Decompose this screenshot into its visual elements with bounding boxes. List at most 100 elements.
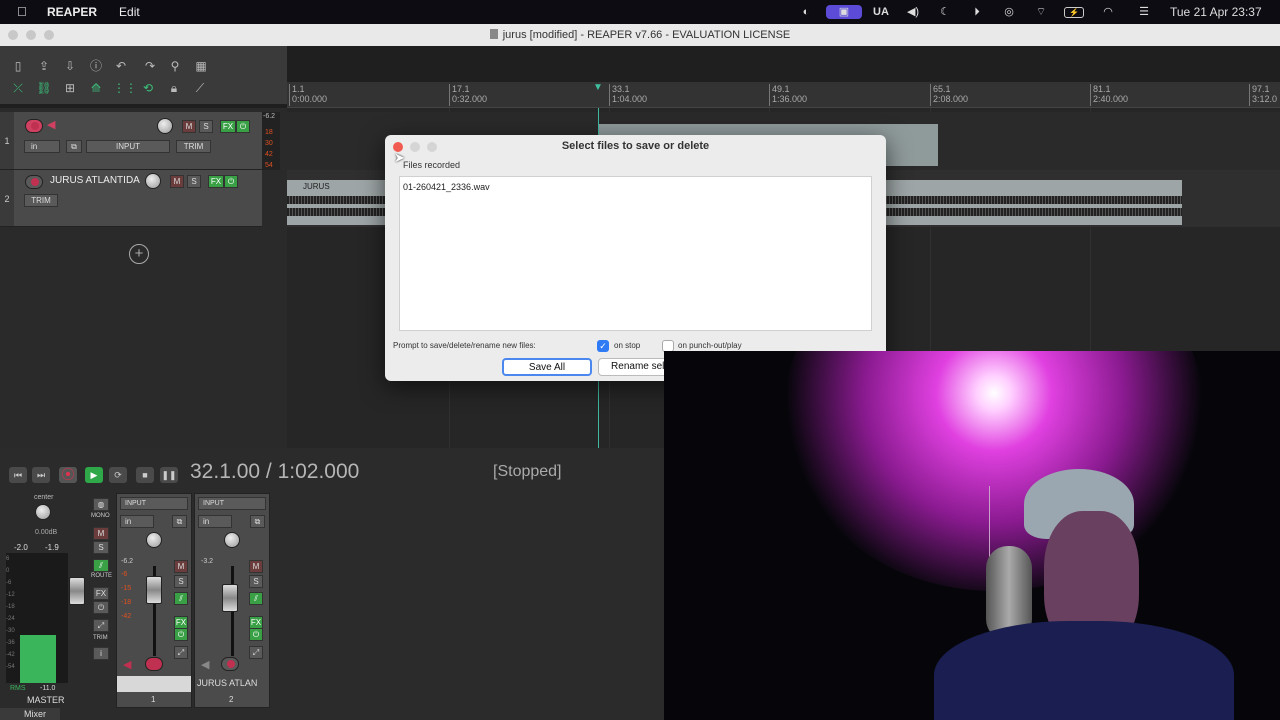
track-2-header[interactable]: 2 JURUS ATLANTIDA M S FX ⏻ TRIM: [0, 170, 262, 227]
snap-grid-icon[interactable]: ⊞: [61, 80, 79, 96]
battery-icon[interactable]: ⚡: [1064, 7, 1084, 18]
control-center-icon[interactable]: ☰: [1134, 5, 1154, 19]
ripple-edit-icon[interactable]: ⟰: [87, 80, 105, 96]
mute-button[interactable]: M: [182, 120, 196, 133]
fx-bypass-icon[interactable]: ⏻: [224, 175, 238, 188]
record-arm-button[interactable]: [25, 119, 43, 133]
route-icon[interactable]: ⫽: [174, 592, 188, 605]
mute-button[interactable]: M: [170, 175, 184, 188]
menu-edit[interactable]: Edit: [119, 5, 140, 19]
control-center-highlight-icon[interactable]: ▣: [826, 5, 862, 19]
input-fx-icon[interactable]: ⧉: [250, 515, 265, 528]
track-1-header[interactable]: 1 ◀︎ M S FX ⏻ in ⧉ INPUT TRIM: [0, 112, 262, 170]
repeat-icon[interactable]: ⟳: [109, 467, 127, 483]
master-solo-button[interactable]: S: [93, 541, 109, 554]
grouping-icon[interactable]: ⋮⋮: [113, 80, 137, 96]
recorded-files-list[interactable]: 01-260421_2336.wav: [399, 176, 872, 331]
master-route-icon[interactable]: ⫽: [93, 559, 109, 572]
play-icon[interactable]: ⏵: [970, 5, 984, 19]
volume-knob[interactable]: [157, 118, 173, 134]
volume-knob[interactable]: [145, 173, 161, 189]
save-project-icon[interactable]: ⇩: [61, 58, 79, 74]
trim-icon[interactable]: ⤢: [249, 646, 263, 659]
route-icon[interactable]: ⫽: [249, 592, 263, 605]
input-select-dropdown[interactable]: INPUT: [120, 497, 188, 510]
focus-moon-icon[interactable]: ☾: [938, 5, 952, 19]
save-all-button[interactable]: Save All: [502, 358, 592, 376]
project-settings-icon[interactable]: ⓘ: [87, 58, 105, 74]
screen-record-icon[interactable]: ◎: [1000, 5, 1018, 19]
list-item[interactable]: 01-260421_2336.wav: [400, 177, 871, 192]
master-fader[interactable]: [69, 577, 85, 605]
go-to-start-icon[interactable]: ⏮: [9, 467, 27, 483]
new-project-icon[interactable]: ▯: [9, 58, 27, 74]
loop-points-icon[interactable]: ⟲: [139, 80, 157, 96]
input-mode-dropdown[interactable]: in: [198, 515, 232, 528]
wifi-icon[interactable]: ◠: [1100, 5, 1116, 19]
master-pan-knob[interactable]: [35, 504, 51, 520]
volume-icon[interactable]: ◀): [904, 5, 922, 19]
solo-button[interactable]: S: [174, 575, 188, 588]
record-arm-button[interactable]: [221, 657, 239, 671]
channel-name[interactable]: JURUS ATLAN: [197, 678, 257, 688]
screen-share-icon[interactable]: ◐: [798, 5, 814, 19]
input-language[interactable]: UA: [872, 5, 890, 19]
track-name[interactable]: JURUS ATLANTIDA: [50, 175, 140, 186]
record-arm-button[interactable]: [25, 175, 43, 189]
mute-button[interactable]: M: [174, 560, 188, 573]
fx-bypass-icon[interactable]: ⏻: [236, 120, 250, 133]
window-zoom-icon[interactable]: [44, 30, 54, 40]
window-minimize-icon[interactable]: [26, 30, 36, 40]
pan-knob[interactable]: [224, 532, 240, 548]
on-stop-checkbox[interactable]: ✓: [597, 340, 609, 352]
trim-button[interactable]: TRIM: [24, 194, 58, 207]
record-arm-button[interactable]: [145, 657, 163, 671]
fx-bypass-icon[interactable]: ⏻: [249, 628, 263, 641]
input-fx-icon[interactable]: ⧉: [172, 515, 187, 528]
master-fx-bypass-icon[interactable]: ⏻: [93, 601, 109, 614]
apple-icon[interactable]: : [17, 4, 27, 19]
mute-button[interactable]: M: [249, 560, 263, 573]
record-monitor-icon[interactable]: ◀︎: [47, 118, 55, 131]
fx-button[interactable]: FX: [208, 175, 224, 188]
clock[interactable]: Tue 21 Apr 23:37: [1170, 5, 1274, 19]
channel-name-box[interactable]: [117, 676, 191, 692]
playhead-marker-icon[interactable]: ▼: [593, 82, 603, 93]
master-mono-icon[interactable]: ◍: [93, 498, 109, 511]
stop-button[interactable]: ■: [136, 467, 154, 483]
monitor-icon[interactable]: ◀︎: [123, 658, 131, 671]
envelope-icon[interactable]: ⟋: [191, 80, 209, 96]
open-project-icon[interactable]: ⇪: [35, 58, 53, 74]
pause-button[interactable]: ❚❚: [160, 467, 178, 483]
master-trim-icon[interactable]: ⤢: [93, 619, 109, 632]
metronome-icon[interactable]: ⚲: [166, 58, 184, 74]
input-select-dropdown[interactable]: INPUT: [86, 140, 170, 153]
mixer-channel-2[interactable]: INPUT in ⧉ -3.2 M S ⫽ FX ⏻ ⤢ ◀︎ JURUS AT…: [194, 493, 270, 708]
channel-fader[interactable]: [222, 584, 238, 612]
master-info-button[interactable]: i: [93, 647, 109, 660]
go-to-end-icon[interactable]: ⏭: [32, 467, 50, 483]
fx-button[interactable]: FX: [220, 120, 236, 133]
solo-button[interactable]: S: [187, 175, 201, 188]
trim-button[interactable]: TRIM: [176, 140, 211, 153]
record-button[interactable]: ⦿: [59, 467, 77, 483]
play-button[interactable]: ▶: [85, 467, 103, 483]
grid-toggle-icon[interactable]: ▦: [192, 58, 210, 74]
monitor-icon[interactable]: ◀︎: [201, 658, 209, 671]
window-close-icon[interactable]: [8, 30, 18, 40]
add-track-icon[interactable]: +: [129, 244, 149, 264]
input-mode-dropdown[interactable]: in: [24, 140, 60, 153]
undo-icon[interactable]: ↶: [112, 58, 130, 74]
mixer-tab[interactable]: Mixer: [0, 708, 60, 720]
solo-button[interactable]: S: [199, 120, 213, 133]
link-icon[interactable]: ⛓: [35, 80, 53, 96]
master-fx-button[interactable]: FX: [93, 587, 109, 600]
pan-knob[interactable]: [146, 532, 162, 548]
lock-icon[interactable]: 🔒︎: [165, 80, 183, 96]
mixer-channel-1[interactable]: INPUT in ⧉ -6.2 -6 -15 -18 -42 M S ⫽ FX ⏻ ⤢…: [116, 493, 192, 708]
redo-icon[interactable]: ↷: [141, 58, 159, 74]
timeline-ruler[interactable]: 1.1 0:00.000 17.1 0:32.000 33.1 1:04.000 49…: [287, 82, 1280, 108]
auto-crossfade-icon[interactable]: ⤫: [9, 80, 27, 96]
fx-bypass-icon[interactable]: ⏻: [174, 628, 188, 641]
trim-icon[interactable]: ⤢: [174, 646, 188, 659]
